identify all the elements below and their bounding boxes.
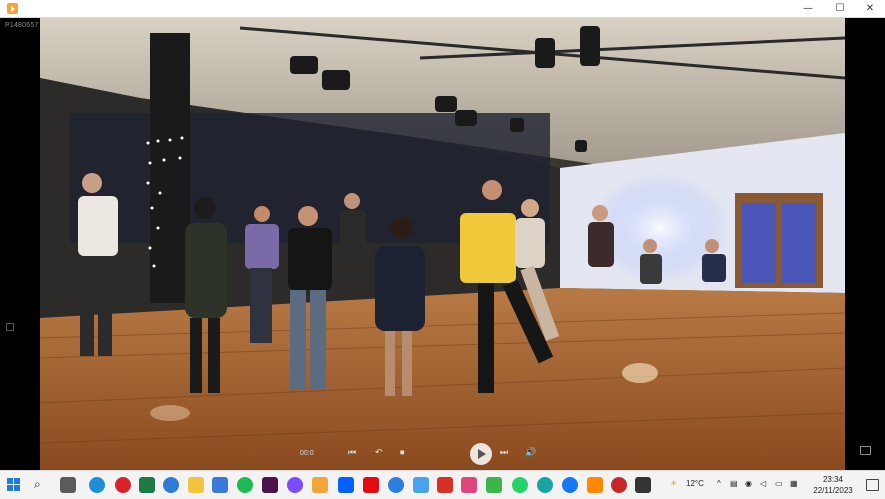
- network-icon[interactable]: ▤: [730, 479, 738, 488]
- video-frame[interactable]: 00:0 ⏮ ↶ ⏹ ⏭ 🔊: [40, 18, 845, 470]
- onedrive-icon[interactable]: [388, 477, 404, 493]
- excel-icon[interactable]: [139, 477, 155, 493]
- system-clock[interactable]: 23:34 22/11/2023: [808, 474, 858, 496]
- notification-icon[interactable]: [866, 479, 879, 491]
- vlc-icon[interactable]: [587, 477, 603, 493]
- facebook-icon[interactable]: [562, 477, 578, 493]
- volume-tray-icon[interactable]: ◁: [760, 479, 766, 488]
- weather-temperature[interactable]: 12°C: [686, 479, 704, 488]
- start-button[interactable]: [7, 478, 21, 492]
- play-button[interactable]: [470, 443, 492, 465]
- edge-dev-icon[interactable]: [537, 477, 553, 493]
- slack-icon[interactable]: [262, 477, 278, 493]
- panel-icon[interactable]: [6, 323, 14, 331]
- photos-icon[interactable]: [287, 477, 303, 493]
- dropbox-icon[interactable]: [338, 477, 354, 493]
- spotify-icon[interactable]: [237, 477, 253, 493]
- taskbar: ⌕ ☀ 12°C ^ ▤ ◉ ◁ ▭ ▦ 23:34 22/11/2023: [0, 470, 885, 499]
- clock-date: 22/11/2023: [813, 486, 853, 495]
- playback-controls: 00:0 ⏮ ↶ ⏹ ⏭ 🔊: [300, 443, 600, 467]
- tray-app-icon[interactable]: ◉: [745, 479, 752, 488]
- stop-icon[interactable]: ⏹: [400, 448, 405, 458]
- paint-icon[interactable]: [413, 477, 429, 493]
- close-button[interactable]: ✕: [855, 0, 885, 17]
- clock-time: 23:34: [822, 475, 844, 484]
- volume-icon[interactable]: 🔊: [525, 448, 536, 458]
- keyboard-icon[interactable]: ▦: [790, 479, 798, 488]
- title-bar: — ☐ ✕: [0, 0, 885, 18]
- store-icon[interactable]: [212, 477, 228, 493]
- tray-chevron-icon[interactable]: ^: [717, 479, 721, 488]
- right-letterbox: [845, 18, 885, 470]
- media-player-app-icon: [7, 3, 18, 14]
- teams-icon[interactable]: [163, 477, 179, 493]
- search-icon[interactable]: ⌕: [34, 476, 41, 492]
- edge-icon[interactable]: [89, 477, 105, 493]
- whatsapp-icon[interactable]: [512, 477, 528, 493]
- rewind-icon[interactable]: ↶: [375, 448, 383, 458]
- media-player-icon[interactable]: [312, 477, 328, 493]
- minimize-button[interactable]: —: [793, 0, 823, 17]
- facetime-icon[interactable]: [486, 477, 502, 493]
- video-player[interactable]: P1480657 00:0 ⏮ ↶ ⏹ ⏭ 🔊: [0, 18, 885, 470]
- chat-icon[interactable]: [635, 477, 651, 493]
- previous-icon[interactable]: ⏮: [348, 448, 356, 458]
- miniplayer-icon[interactable]: [860, 446, 871, 455]
- sway-icon[interactable]: [461, 477, 477, 493]
- pinterest-icon[interactable]: [115, 477, 131, 493]
- battery-icon[interactable]: ▭: [775, 479, 783, 488]
- next-icon[interactable]: ⏭: [500, 448, 508, 458]
- file-explorer-icon[interactable]: [188, 477, 204, 493]
- file-name-label: P1480657: [5, 22, 39, 29]
- task-view-icon[interactable]: [60, 477, 76, 493]
- left-letterbox: P1480657: [0, 18, 40, 470]
- maximize-button[interactable]: ☐: [825, 0, 855, 17]
- dance-scene-illustration: [40, 18, 845, 470]
- record-icon[interactable]: [611, 477, 627, 493]
- weather-icon[interactable]: ☀: [670, 479, 677, 488]
- elapsed-time: 00:0: [300, 450, 314, 457]
- netflix-icon[interactable]: [363, 477, 379, 493]
- gmail-icon[interactable]: [437, 477, 453, 493]
